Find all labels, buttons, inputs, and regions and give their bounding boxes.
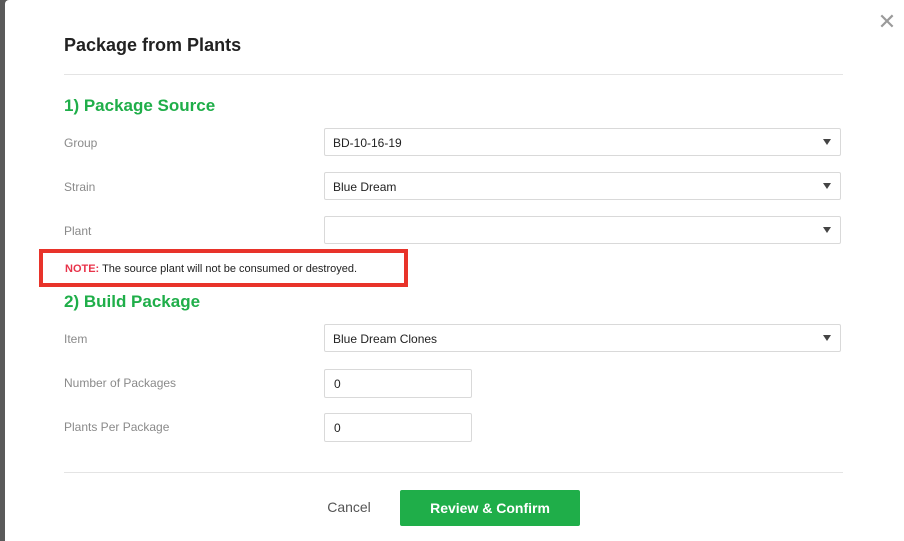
section-heading-package-source: 1) Package Source bbox=[64, 96, 216, 115]
group-label: Group bbox=[64, 136, 98, 150]
plant-label: Plant bbox=[64, 224, 92, 238]
plants-per-package-label: Plants Per Package bbox=[64, 420, 170, 434]
strain-select-value: Blue Dream bbox=[333, 180, 397, 194]
source-plant-note: NOTE: The source plant will not be consu… bbox=[39, 249, 408, 287]
section-heading-build-package: 2) Build Package bbox=[64, 292, 201, 311]
footer-divider bbox=[64, 472, 843, 473]
note-prefix: NOTE: bbox=[65, 263, 100, 275]
close-icon[interactable]: ✕ bbox=[876, 11, 898, 33]
header-divider bbox=[64, 74, 843, 75]
item-select[interactable]: Blue Dream Clones bbox=[324, 324, 841, 352]
strain-label: Strain bbox=[64, 180, 96, 194]
number-of-packages-label: Number of Packages bbox=[64, 376, 177, 390]
number-of-packages-input[interactable] bbox=[324, 369, 472, 398]
plant-select[interactable] bbox=[324, 216, 841, 244]
note-text: NOTE: The source plant will not be consu… bbox=[65, 263, 357, 275]
chevron-down-icon bbox=[823, 139, 831, 145]
dialog-title: Package from Plants bbox=[64, 35, 242, 55]
chevron-down-icon bbox=[823, 183, 831, 189]
package-from-plants-dialog: ✕ Package from Plants 1) Package Source … bbox=[5, 0, 904, 541]
plants-per-package-input[interactable] bbox=[324, 413, 472, 442]
review-confirm-button[interactable]: Review & Confirm bbox=[400, 490, 580, 526]
item-label: Item bbox=[64, 332, 88, 346]
chevron-down-icon bbox=[823, 335, 831, 341]
note-body: The source plant will not be consumed or… bbox=[99, 263, 358, 275]
chevron-down-icon bbox=[823, 227, 831, 233]
item-select-value: Blue Dream Clones bbox=[333, 332, 438, 346]
cancel-button[interactable]: Cancel bbox=[314, 499, 384, 519]
group-select-value: BD-10-16-19 bbox=[333, 136, 402, 150]
group-select[interactable]: BD-10-16-19 bbox=[324, 128, 841, 156]
strain-select[interactable]: Blue Dream bbox=[324, 172, 841, 200]
